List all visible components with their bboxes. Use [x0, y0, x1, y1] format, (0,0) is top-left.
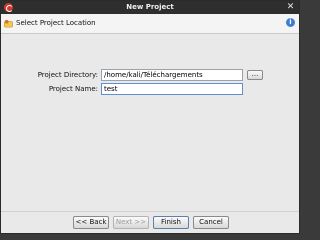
project-directory-label: Project Directory: [37, 71, 98, 79]
next-button[interactable]: Next >> [113, 216, 149, 229]
window-title: New Project [126, 3, 174, 11]
new-project-dialog: New Project ✕ Select Project Location i … [0, 0, 300, 234]
project-directory-field[interactable]: /home/kali/Téléchargements [101, 69, 243, 81]
project-name-field[interactable]: test [101, 83, 243, 95]
finish-button[interactable]: Finish [153, 216, 189, 229]
wizard-content: Project Directory: /home/kali/Télécharge… [1, 35, 299, 211]
info-icon[interactable]: i [286, 18, 295, 27]
step-title: Select Project Location [16, 19, 96, 27]
button-bar: << Back Next >> Finish Cancel [1, 211, 299, 233]
cancel-button[interactable]: Cancel [193, 216, 229, 229]
title-bar: New Project ✕ [1, 1, 299, 14]
back-button[interactable]: << Back [73, 216, 109, 229]
folder-star-icon [4, 19, 13, 28]
project-name-label: Project Name: [48, 85, 98, 93]
wizard-header: Select Project Location i [1, 14, 299, 34]
close-icon[interactable]: ✕ [285, 2, 296, 13]
browse-button[interactable]: ... [247, 70, 263, 80]
